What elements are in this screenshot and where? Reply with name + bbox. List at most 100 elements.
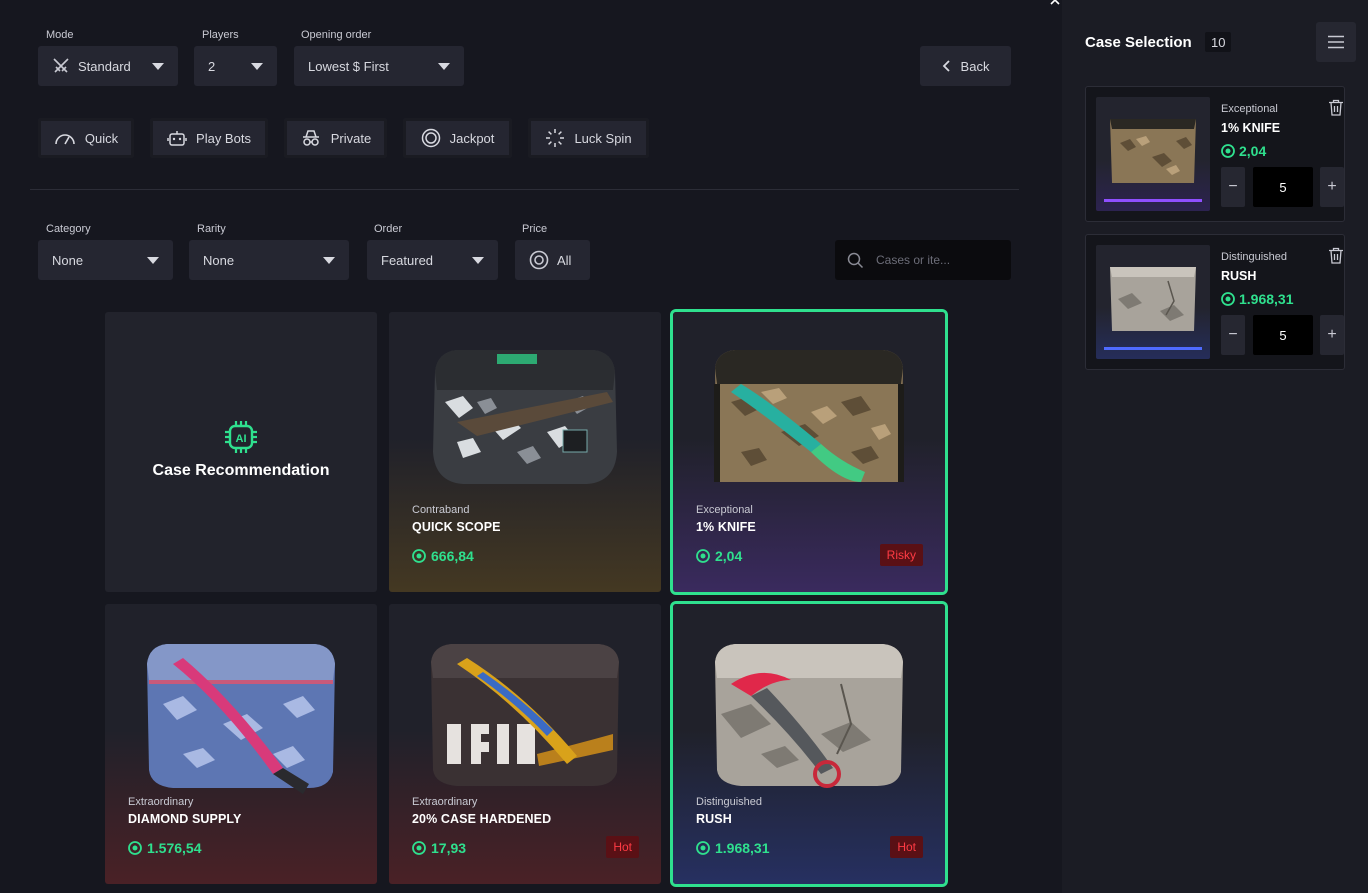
robot-icon: [167, 131, 187, 146]
private-label: Private: [330, 130, 372, 146]
case-image: [1104, 267, 1202, 350]
case-name: DIAMOND SUPPLY: [128, 812, 242, 826]
case-name: RUSH: [1221, 269, 1257, 283]
case-name: RUSH: [696, 812, 732, 826]
trash-icon[interactable]: [1328, 99, 1344, 116]
case-rarity: Exceptional: [1221, 103, 1278, 115]
case-price: 17,93: [412, 840, 466, 856]
search-input[interactable]: [876, 253, 1006, 267]
play-bots-label: Play Bots: [196, 130, 251, 146]
case-image: [433, 350, 617, 484]
case-image: [431, 644, 619, 786]
category-label: Category: [46, 223, 91, 235]
case-price-value: 1.576,54: [147, 840, 202, 856]
status-badge: Hot: [890, 836, 923, 858]
case-price: 1.968,31: [696, 840, 770, 856]
rarity-value: None: [203, 252, 235, 268]
case-price-value: 1.968,31: [1239, 291, 1294, 307]
mode-label: Mode: [46, 29, 74, 41]
speedometer-icon: [55, 134, 75, 145]
case-card[interactable]: Extraordinary 20% CASE HARDENED 17,93 Ho…: [389, 604, 661, 884]
divider: [30, 189, 1019, 190]
hamburger-icon: [1328, 35, 1344, 49]
case-name: QUICK SCOPE: [412, 520, 501, 534]
order-select[interactable]: Featured: [367, 240, 498, 280]
category-select[interactable]: None: [38, 240, 173, 280]
selection-count-badge: 10: [1205, 32, 1232, 52]
back-button[interactable]: Back: [920, 46, 1011, 86]
case-card[interactable]: Extraordinary DIAMOND SUPPLY 1.576,54: [105, 604, 377, 884]
case-rarity: Contraband: [412, 504, 470, 516]
case-recommendation-card[interactable]: AI Case Recommendation: [105, 312, 377, 592]
price-value: All: [557, 252, 572, 268]
case-price-value: 2,04: [1239, 143, 1267, 159]
case-price: 1.576,54: [128, 840, 202, 856]
price-select[interactable]: All: [515, 240, 590, 280]
swords-icon: [53, 58, 69, 73]
case-image: [1104, 119, 1202, 202]
mode-select[interactable]: Standard: [38, 46, 178, 86]
jackpot-button[interactable]: Jackpot: [403, 118, 512, 158]
decrease-quantity-button[interactable]: −: [1221, 315, 1245, 355]
case-price: 666,84: [412, 548, 474, 564]
coin-icon: [412, 841, 426, 855]
play-bots-button[interactable]: Play Bots: [150, 118, 268, 158]
luck-spin-label: Luck Spin: [574, 130, 632, 146]
selected-case-item: Distinguished RUSH 1.968,31 − 5 +: [1085, 234, 1345, 370]
quantity-input[interactable]: 5: [1253, 315, 1313, 355]
case-rarity: Extraordinary: [128, 796, 194, 808]
case-price-value: 2,04: [715, 548, 743, 564]
menu-button[interactable]: [1316, 22, 1356, 62]
opening-order-value: Lowest $ First: [308, 58, 389, 74]
case-name: 1% KNIFE: [696, 520, 756, 534]
case-card[interactable]: Distinguished RUSH 1.968,31 Hot: [673, 604, 945, 884]
chevron-down-icon: [438, 63, 450, 70]
case-card[interactable]: Exceptional 1% KNIFE 2,04 Risky: [673, 312, 945, 592]
players-label: Players: [202, 29, 239, 41]
jackpot-label: Jackpot: [449, 130, 495, 146]
case-price: 1.968,31: [1221, 291, 1294, 307]
rarity-label: Rarity: [197, 223, 226, 235]
ai-icon-text: AI: [236, 433, 247, 445]
jackpot-icon: [421, 128, 440, 148]
chevron-left-icon: [942, 60, 950, 72]
luck-spin-button[interactable]: Luck Spin: [528, 118, 649, 158]
rarity-select[interactable]: None: [189, 240, 349, 280]
case-price: 2,04: [1221, 143, 1266, 159]
increase-quantity-button[interactable]: +: [1320, 315, 1344, 355]
players-value: 2: [208, 58, 216, 74]
case-price: 2,04: [696, 548, 742, 564]
quantity-input[interactable]: 5: [1253, 167, 1313, 207]
chevron-down-icon: [251, 63, 263, 70]
coin-icon: [529, 250, 549, 270]
case-rarity: Exceptional: [696, 504, 753, 516]
main-panel: Mode Standard Players 2 Opening order Lo…: [0, 0, 1062, 893]
trash-icon[interactable]: [1328, 247, 1344, 264]
case-image: [714, 350, 904, 482]
increase-quantity-button[interactable]: +: [1320, 167, 1344, 207]
search-icon: [847, 252, 864, 268]
search-box[interactable]: [835, 240, 1011, 280]
players-select[interactable]: 2: [194, 46, 277, 86]
status-badge: Risky: [879, 544, 923, 566]
quick-button[interactable]: Quick: [38, 118, 134, 158]
chevron-down-icon: [152, 63, 164, 70]
sidebar-title: Case Selection: [1085, 34, 1192, 51]
case-rarity: Extraordinary: [412, 796, 478, 808]
decrease-quantity-button[interactable]: −: [1221, 167, 1245, 207]
case-image: [147, 644, 335, 794]
ai-chip-icon: AI: [225, 421, 257, 453]
coin-icon: [696, 549, 710, 563]
case-name: 20% CASE HARDENED: [412, 812, 552, 826]
spinner-icon: [546, 129, 565, 147]
case-card[interactable]: Contraband QUICK SCOPE 666,84: [389, 312, 661, 592]
case-price-value: 666,84: [431, 548, 474, 564]
order-label: Order: [374, 223, 403, 235]
chevron-up-icon[interactable]: [1049, 0, 1061, 6]
case-price-value: 1.968,31: [715, 840, 770, 856]
case-name: 1% KNIFE: [1221, 121, 1281, 135]
opening-order-select[interactable]: Lowest $ First: [294, 46, 464, 86]
private-button[interactable]: Private: [284, 118, 387, 158]
order-value: Featured: [381, 252, 434, 268]
coin-icon: [696, 841, 710, 855]
